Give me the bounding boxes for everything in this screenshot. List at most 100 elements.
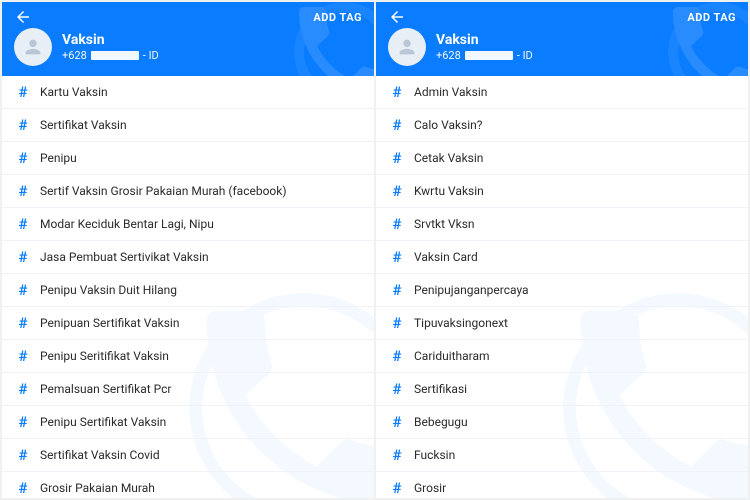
hash-icon: # <box>390 83 404 101</box>
tag-label: Calo Vaksin? <box>414 118 482 132</box>
phone-prefix: +628 <box>436 49 461 62</box>
panel-left: ADD TAG Vaksin +628 - ID #Kartu Vaksin#S… <box>2 2 374 498</box>
tag-label: Pemalsuan Sertifikat Pcr <box>40 382 171 396</box>
hash-icon: # <box>16 83 30 101</box>
tag-row[interactable]: # Bebegugu <box>376 406 748 439</box>
top-row: ADD TAG <box>14 8 362 26</box>
tag-row[interactable]: # Vaksin Card <box>376 241 748 274</box>
tag-row[interactable]: # Cetak Vaksin <box>376 142 748 175</box>
hash-icon: # <box>390 215 404 233</box>
hash-icon: # <box>390 380 404 398</box>
tag-label: Cetak Vaksin <box>414 151 483 165</box>
panel-right: ADD TAG Vaksin +628 - ID #Admin Vaksin#C… <box>376 2 748 498</box>
tag-label: Vaksin Card <box>414 250 478 264</box>
hash-icon: # <box>390 314 404 332</box>
profile-row: Vaksin +628 - ID <box>14 28 362 66</box>
phone-prefix: +628 <box>62 49 87 62</box>
phone-suffix: - ID <box>143 49 159 62</box>
hash-icon: # <box>390 182 404 200</box>
tag-row[interactable]: #Sertifikat Vaksin Covid <box>2 439 374 472</box>
tag-row[interactable]: # Sertifikat Vaksin <box>2 109 374 142</box>
contact-name: Vaksin <box>436 32 533 49</box>
tag-label: Sertif Vaksin Grosir Pakaian Murah (face… <box>40 184 287 198</box>
hash-icon: # <box>16 281 30 299</box>
tag-label: Sertifikat Vaksin <box>40 118 127 132</box>
tag-row[interactable]: # Tipuvaksingonext <box>376 307 748 340</box>
tag-label: Grosir Pakaian Murah <box>40 481 155 495</box>
tag-row[interactable]: #Srvtkt Vksn <box>376 208 748 241</box>
hash-icon: # <box>16 248 30 266</box>
hash-icon: # <box>16 314 30 332</box>
contact-name: Vaksin <box>62 32 159 49</box>
tag-row[interactable]: # Cariduitharam <box>376 340 748 373</box>
tag-row[interactable]: # Pemalsuan Sertifikat Pcr <box>2 373 374 406</box>
tag-row[interactable]: # Penipu Sertifikat Vaksin <box>2 406 374 439</box>
hash-icon: # <box>390 479 404 497</box>
hash-icon: # <box>390 446 404 464</box>
tag-label: Penipu Seritifikat Vaksin <box>40 349 169 363</box>
hash-icon: # <box>390 149 404 167</box>
tag-label: Penipujanganpercaya <box>414 283 529 297</box>
tag-row[interactable]: # Modar Keciduk Bentar Lagi, Nipu <box>2 208 374 241</box>
tag-label: Kwrtu Vaksin <box>414 184 484 198</box>
phone-number: +628 - ID <box>62 49 159 62</box>
tag-row[interactable]: # Penipuan Sertifikat Vaksin <box>2 307 374 340</box>
tag-label: Jasa Pembuat Sertivikat Vaksin <box>40 250 209 264</box>
hash-icon: # <box>16 380 30 398</box>
tag-label: Fucksin <box>414 448 455 462</box>
hash-icon: # <box>16 215 30 233</box>
tag-label: Kartu Vaksin <box>40 85 108 99</box>
tag-label: Sertifikasi <box>414 382 467 396</box>
tag-label: Penipu <box>40 151 77 165</box>
tag-row[interactable]: # Fucksin <box>376 439 748 472</box>
tag-row[interactable]: # Kwrtu Vaksin <box>376 175 748 208</box>
tag-label: Modar Keciduk Bentar Lagi, Nipu <box>40 217 214 231</box>
tag-label: Penipu Sertifikat Vaksin <box>40 415 166 429</box>
tag-label: Tipuvaksingonext <box>414 316 508 330</box>
avatar <box>14 28 52 66</box>
tag-label: Penipuan Sertifikat Vaksin <box>40 316 179 330</box>
profile-row: Vaksin +628 - ID <box>388 28 736 66</box>
phone-suffix: - ID <box>517 49 533 62</box>
hash-icon: # <box>16 116 30 134</box>
hash-icon: # <box>16 347 30 365</box>
tag-row[interactable]: # Grosir <box>376 472 748 498</box>
back-button[interactable] <box>388 8 406 26</box>
tag-row[interactable]: # Kartu Vaksin <box>2 76 374 109</box>
phone-number: +628 - ID <box>436 49 533 62</box>
tag-row[interactable]: # Jasa Pembuat Sertivikat Vaksin <box>2 241 374 274</box>
name-block: Vaksin +628 - ID <box>436 32 533 62</box>
phone-redacted <box>91 51 139 60</box>
tag-row[interactable]: # Penipu <box>2 142 374 175</box>
add-tag-button[interactable]: ADD TAG <box>313 11 362 24</box>
tag-label: Grosir <box>414 481 446 495</box>
tag-row[interactable]: #Sertif Vaksin Grosir Pakaian Murah (fac… <box>2 175 374 208</box>
tag-row[interactable]: # Admin Vaksin <box>376 76 748 109</box>
add-tag-button[interactable]: ADD TAG <box>687 11 736 24</box>
hash-icon: # <box>16 149 30 167</box>
tag-label: Bebegugu <box>414 415 468 429</box>
phone-redacted <box>465 51 513 60</box>
header: ADD TAG Vaksin +628 - ID <box>376 2 748 76</box>
tag-list[interactable]: #Admin Vaksin#Calo Vaksin?#Cetak Vaksin#… <box>376 76 748 498</box>
top-row: ADD TAG <box>388 8 736 26</box>
hash-icon: # <box>390 248 404 266</box>
back-button[interactable] <box>14 8 32 26</box>
tag-row[interactable]: #Calo Vaksin? <box>376 109 748 142</box>
avatar <box>388 28 426 66</box>
hash-icon: # <box>16 413 30 431</box>
hash-icon: # <box>390 347 404 365</box>
tag-row[interactable]: # Penipu Seritifikat Vaksin <box>2 340 374 373</box>
tag-row[interactable]: #Penipu Vaksin Duit Hilang <box>2 274 374 307</box>
tag-label: Cariduitharam <box>414 349 490 363</box>
tag-row[interactable]: # Penipujanganpercaya <box>376 274 748 307</box>
tag-list[interactable]: #Kartu Vaksin#Sertifikat Vaksin#Penipu#S… <box>2 76 374 498</box>
hash-icon: # <box>390 281 404 299</box>
hash-icon: # <box>390 413 404 431</box>
name-block: Vaksin +628 - ID <box>62 32 159 62</box>
tag-label: Sertifikat Vaksin Covid <box>40 448 160 462</box>
tag-row[interactable]: # Sertifikasi <box>376 373 748 406</box>
tag-label: Admin Vaksin <box>414 85 487 99</box>
hash-icon: # <box>16 479 30 497</box>
tag-row[interactable]: # Grosir Pakaian Murah <box>2 472 374 498</box>
